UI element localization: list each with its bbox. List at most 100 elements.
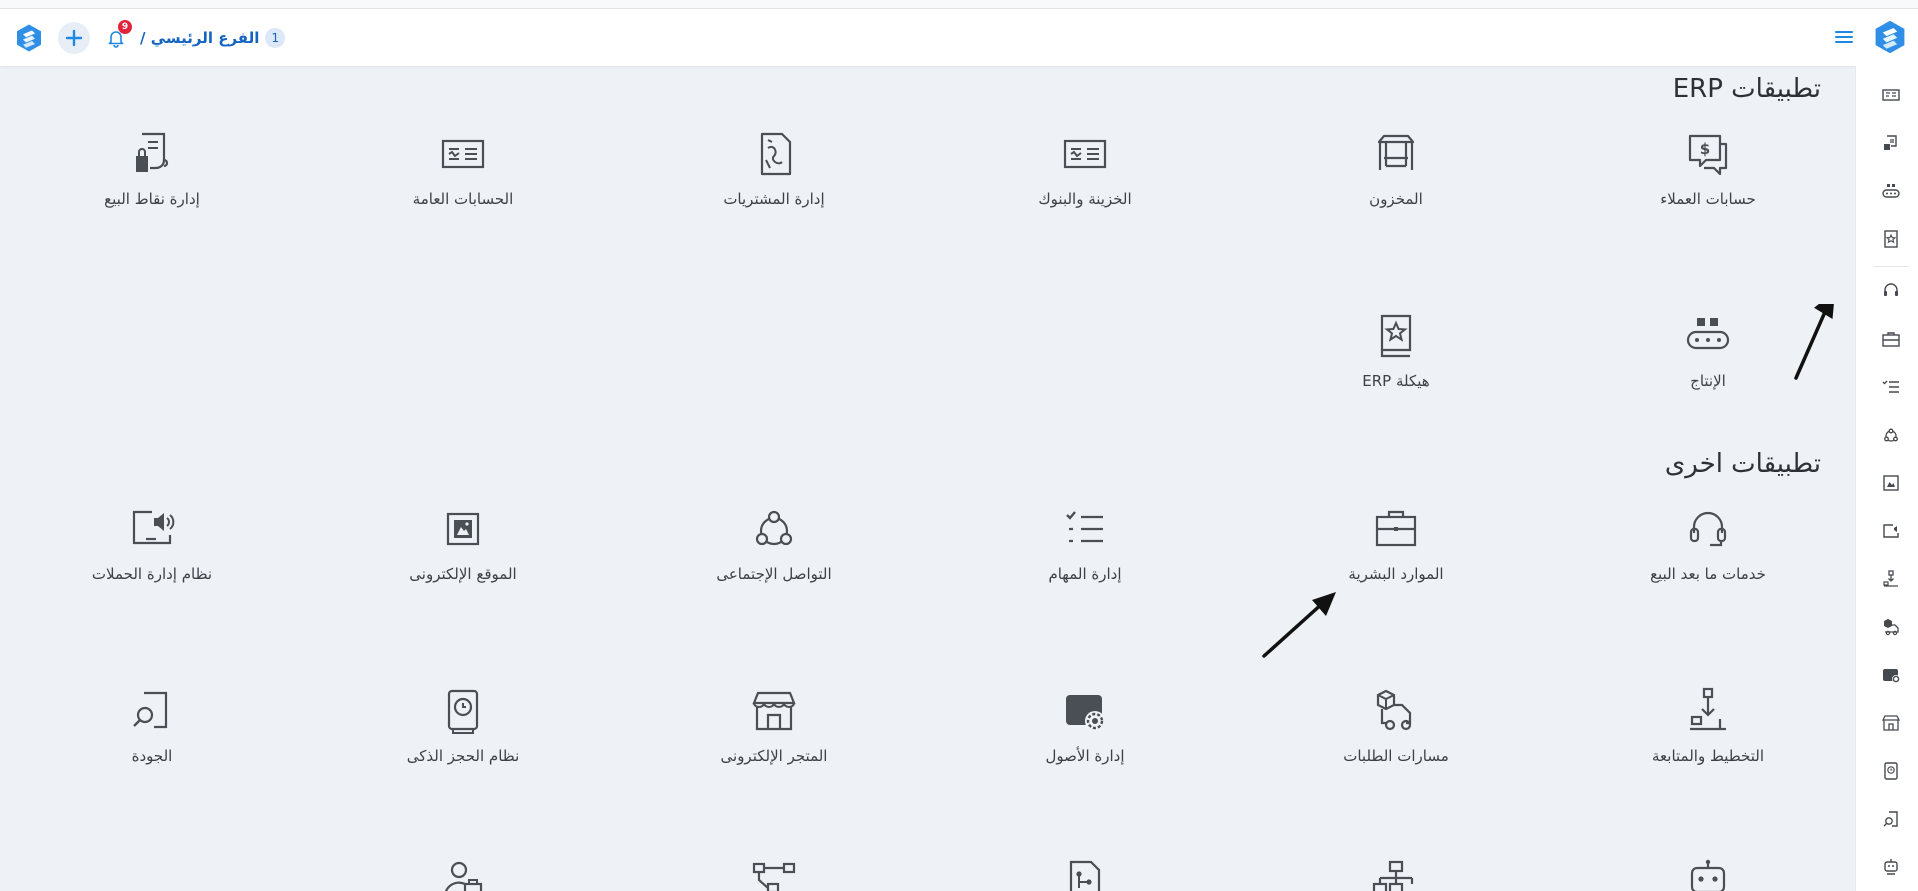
accounts-card-icon [1882, 89, 1900, 101]
conveyor-icon [1882, 184, 1900, 198]
app-tile-workflow[interactable] [644, 858, 904, 891]
app-tile-orders[interactable]: مسارات الطلبات [1266, 685, 1526, 795]
star-book-icon [1884, 230, 1898, 248]
app-label: الموقع الإلكترونى [409, 565, 517, 583]
app-tile-after-sales[interactable]: خدمات ما بعد البيع [1578, 503, 1838, 613]
annotation-arrow-hr [1262, 592, 1336, 658]
campaign-speaker-icon [1883, 524, 1899, 538]
app-label: الخزينة والبنوك [1038, 190, 1132, 208]
app-tile-website[interactable]: الموقع الإلكترونى [333, 503, 593, 613]
menu-toggle-icon[interactable] [1833, 26, 1855, 48]
social-network-icon [1884, 428, 1898, 442]
social-network-icon [748, 503, 800, 555]
app-label: إدارة المشتريات [723, 190, 825, 208]
sidebar-item-robot[interactable] [1880, 856, 1902, 878]
app-label: إدارة المهام [1048, 565, 1122, 583]
add-button[interactable] [58, 22, 90, 54]
sidebar-item-store[interactable] [1880, 712, 1902, 734]
app-label: التخطيط والمتابعة [1652, 747, 1764, 765]
checklist-icon [1882, 380, 1899, 393]
app-tile-store[interactable]: المتجر الإلكترونى [644, 685, 904, 795]
section-title-other: تطبيقات اخرى [1664, 449, 1821, 479]
app-label: المخزون [1369, 190, 1423, 208]
sidebar-item-pos[interactable] [1880, 132, 1902, 154]
svg-text:$: $ [1700, 140, 1710, 158]
section-title-erp: تطبيقات ERP [1672, 74, 1821, 104]
website-icon [437, 503, 489, 555]
app-tile-booking[interactable]: نظام الحجز الذكى [333, 685, 593, 795]
sidebar-item-hr[interactable] [1880, 328, 1902, 350]
branch-number-badge: 1 [265, 28, 286, 48]
org-chart-icon [1370, 858, 1422, 891]
app-label: نظام الحجز الذكى [406, 747, 520, 765]
website-icon [1883, 475, 1899, 491]
sidebar-divider [1874, 266, 1908, 267]
sidebar-item-booking[interactable] [1880, 760, 1902, 782]
app-tile-customer-accounts[interactable]: $ حسابات العملاء [1578, 128, 1838, 238]
sidebar-item-erp-structure[interactable] [1880, 228, 1902, 250]
app-label: المتجر الإلكترونى [720, 747, 828, 765]
top-bar: 9 الفرع الرئيسي / 1 [0, 9, 1918, 66]
sidebar-item-tasks[interactable] [1880, 376, 1902, 398]
sidebar-item-campaigns[interactable] [1880, 520, 1902, 542]
conveyor-icon [1682, 310, 1734, 362]
notification-count-badge: 9 [118, 20, 132, 34]
chat-dollar-icon: $ [1682, 128, 1734, 180]
top-bar-left: 9 الفرع الرئيسي / 1 [14, 20, 286, 55]
checklist-icon [1059, 503, 1111, 555]
app-tile-org-chart[interactable] [1266, 858, 1526, 891]
sidebar [1855, 66, 1918, 891]
app-logo-icon[interactable] [1872, 19, 1908, 55]
app-label: الحسابات العامة [412, 190, 514, 208]
document-flow-icon [1059, 858, 1111, 891]
app-label: إدارة نقاط البيع [104, 190, 200, 208]
app-tile-campaigns[interactable]: نظام إدارة الحملات [22, 503, 282, 613]
app-tile-erp-structure[interactable]: هيكلة ERP [1266, 310, 1526, 420]
warehouse-icon [1370, 128, 1422, 180]
sidebar-item-quality[interactable] [1880, 808, 1902, 830]
user-briefcase-icon [437, 858, 489, 891]
branch-selector[interactable]: الفرع الرئيسي / 1 [140, 28, 286, 48]
sidebar-item-social[interactable] [1880, 424, 1902, 446]
app-label: إدارة الأصول [1045, 747, 1125, 765]
app-tile-robot[interactable] [1578, 858, 1838, 891]
app-tile-purchases[interactable]: إدارة المشتريات [644, 128, 904, 238]
sidebar-item-website[interactable] [1880, 472, 1902, 494]
sidebar-item-production[interactable] [1880, 180, 1902, 202]
branch-name: الفرع الرئيسي / [140, 29, 260, 47]
app-tile-employee[interactable] [333, 858, 593, 891]
workflow-icon [748, 858, 800, 891]
assets-gear-icon [1059, 685, 1111, 737]
campaign-speaker-icon [126, 503, 178, 555]
notifications-button[interactable]: 9 [102, 20, 132, 52]
app-tile-documents[interactable] [955, 858, 1215, 891]
sidebar-item-planning[interactable] [1880, 568, 1902, 590]
robot-icon [1682, 858, 1734, 891]
sidebar-item-assets[interactable] [1880, 664, 1902, 686]
app-tile-tasks[interactable]: إدارة المهام [955, 503, 1215, 613]
quality-search-icon [1883, 811, 1898, 827]
app-label: مسارات الطلبات [1343, 747, 1449, 765]
accounts-card-icon [437, 128, 489, 180]
app-tile-assets[interactable]: إدارة الأصول [955, 685, 1215, 795]
app-logo-icon[interactable] [14, 23, 44, 53]
app-tile-social[interactable]: التواصل الإجتماعى [644, 503, 904, 613]
app-tile-treasury[interactable]: الخزينة والبنوك [955, 128, 1215, 238]
sidebar-item-orders[interactable] [1880, 616, 1902, 638]
booking-clock-icon [437, 685, 489, 737]
app-label: الموارد البشرية [1348, 565, 1444, 583]
delivery-truck-icon [1370, 685, 1422, 737]
app-tile-inventory[interactable]: المخزون [1266, 128, 1526, 238]
app-tile-pos[interactable]: إدارة نقاط البيع [22, 128, 282, 238]
delivery-truck-icon [1884, 619, 1899, 636]
sidebar-item-accounts[interactable] [1880, 84, 1902, 106]
assets-gear-icon [1883, 669, 1900, 683]
app-tile-quality[interactable]: الجودة [22, 685, 282, 795]
pos-receipt-icon [1884, 135, 1897, 150]
app-tile-planning[interactable]: التخطيط والمتابعة [1578, 685, 1838, 795]
app-tile-general-accounts[interactable]: الحسابات العامة [333, 128, 593, 238]
app-label: الجودة [131, 747, 173, 765]
briefcase-icon [1882, 332, 1900, 347]
app-label: خدمات ما بعد البيع [1650, 565, 1766, 583]
sidebar-item-after-sales[interactable] [1880, 280, 1902, 302]
